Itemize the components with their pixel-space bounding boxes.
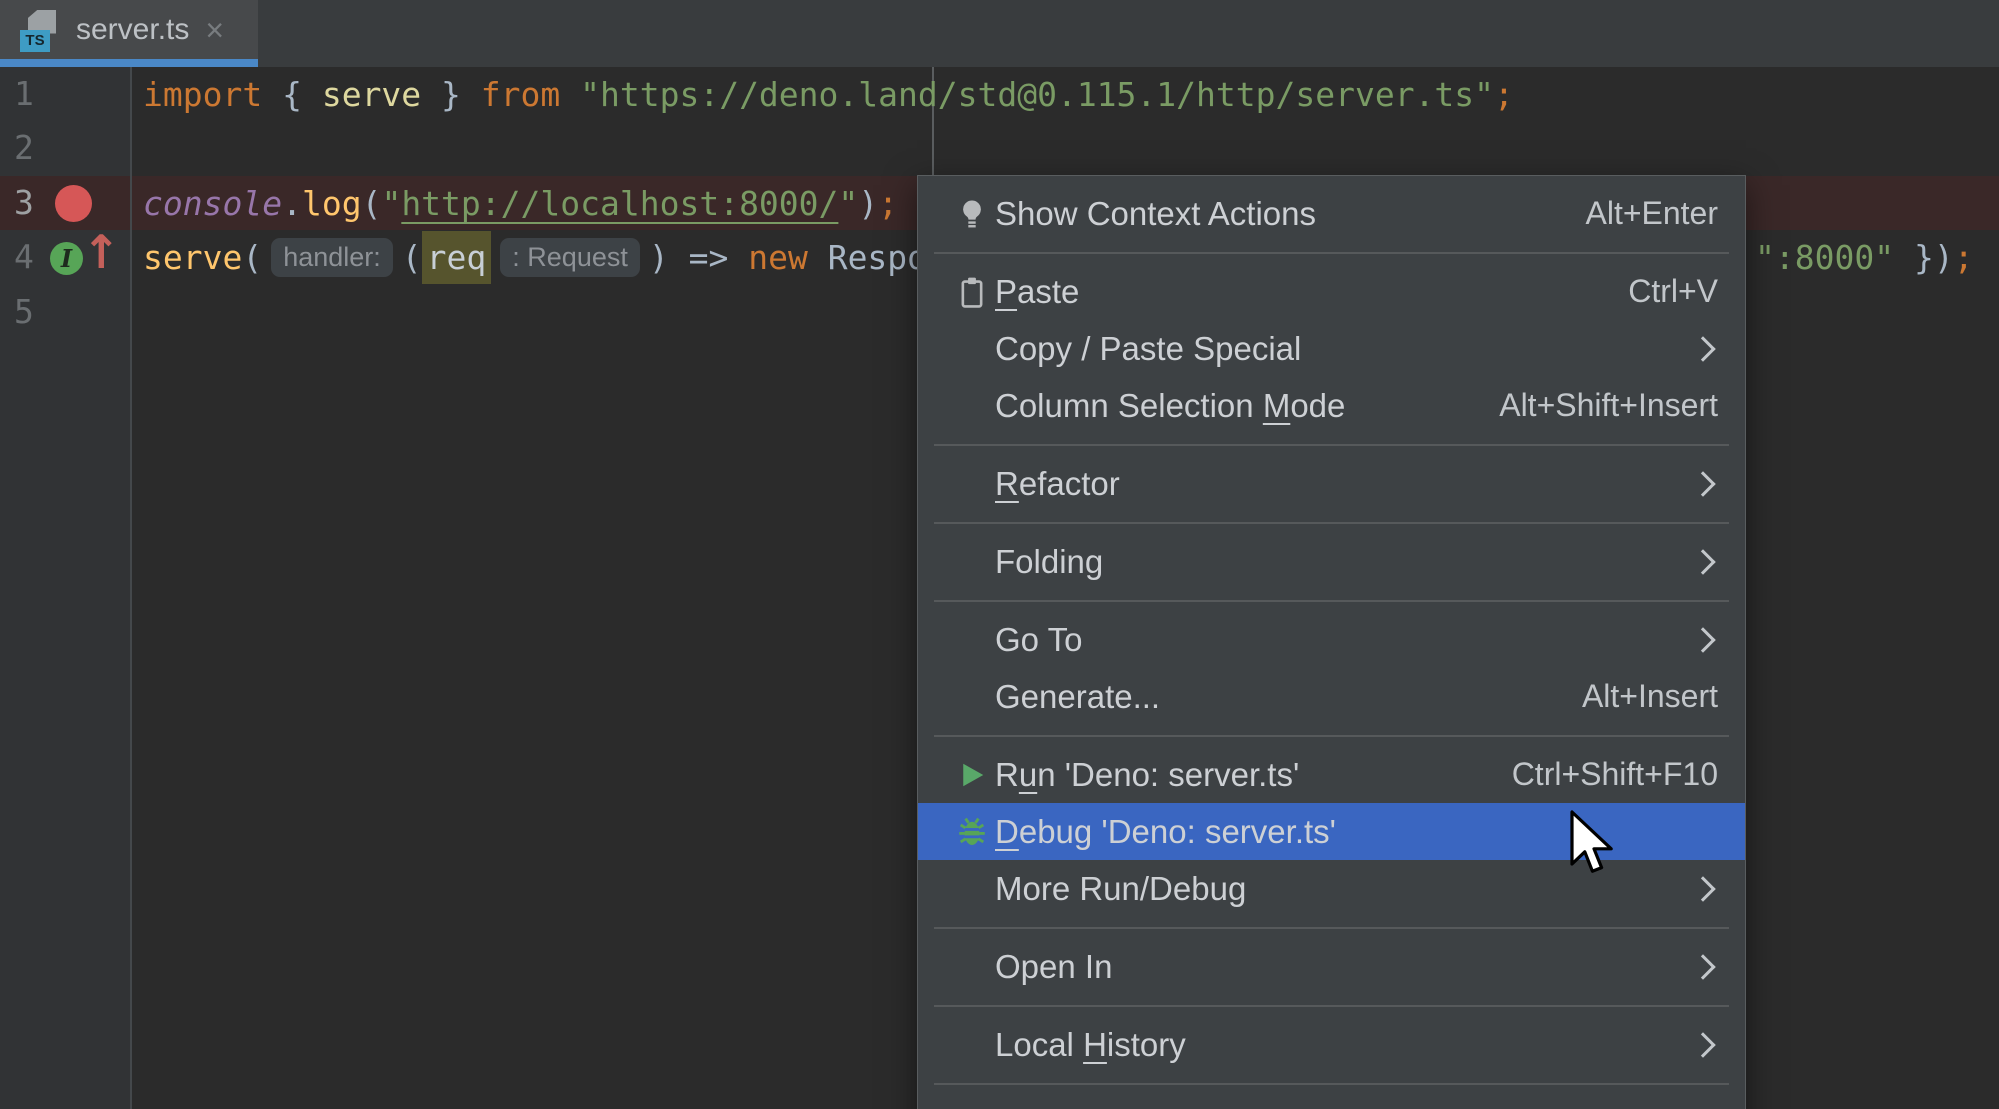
line-number-1: 1 [14,67,34,121]
menu-separator [918,590,1745,611]
submenu-chevron-icon [1690,549,1715,574]
tab-server-ts[interactable]: TS server.ts × [0,0,258,59]
menu-item-label: Copy / Paste Special [995,330,1301,368]
submenu-chevron-icon [1690,954,1715,979]
highlighted-identifier: req [422,231,492,284]
menu-item-open-in[interactable]: Open In [918,938,1745,995]
menu-item-label: Column Selection Mode [995,387,1345,425]
menu-item-run-deno-server[interactable]: Run 'Deno: server.ts' Ctrl+Shift+F10 [918,746,1745,803]
menu-item-folding[interactable]: Folding [918,533,1745,590]
code-line-4-right[interactable]: ":8000" }) ; [1755,230,1974,284]
menu-item-paste[interactable]: Paste Ctrl+V [918,263,1745,320]
menu-item-debug-deno-server[interactable]: Debug 'Deno: server.ts' [918,803,1745,860]
paste-icon [948,272,995,312]
typescript-file-icon: TS [20,8,62,52]
menu-item-local-history[interactable]: Local History [918,1016,1745,1073]
navigate-up-arrow-icon: ↑ [82,225,121,279]
editor-tab-bar: TS server.ts × [0,0,1999,67]
menu-item-label: Debug 'Deno: server.ts' [995,813,1336,851]
menu-separator [918,242,1745,263]
breakpoint-icon[interactable] [55,185,92,222]
gutter-separator [130,67,132,1109]
menu-separator [918,917,1745,938]
menu-item-shortcut: Ctrl+Shift+F10 [1512,756,1718,793]
menu-item-go-to[interactable]: Go To [918,611,1745,668]
menu-separator [918,995,1745,1016]
submenu-chevron-icon [1690,876,1715,901]
mouse-cursor [1566,810,1618,887]
code-line-4[interactable]: serve ( handler: ( req : Request ) => ne… [143,230,927,284]
editor-context-menu: Show Context Actions Alt+Enter Paste Ctr… [917,175,1746,1109]
menu-item-shortcut: Ctrl+V [1628,273,1718,310]
menu-item-label: Run 'Deno: server.ts' [995,756,1299,794]
menu-item-copy-paste-special[interactable]: Copy / Paste Special [918,320,1745,377]
submenu-chevron-icon [1690,336,1715,361]
menu-item-label: Generate... [995,678,1160,716]
line-number-3: 3 [14,176,34,230]
parameter-name-hint: handler: [271,238,393,277]
debug-bug-icon [948,812,995,852]
active-tab-indicator [0,59,258,67]
menu-item-shortcut: Alt+Insert [1582,678,1718,715]
menu-item-label: Refactor [995,465,1120,503]
menu-separator [918,1073,1745,1094]
menu-item-show-context-actions[interactable]: Show Context Actions Alt+Enter [918,185,1745,242]
run-icon [948,755,995,795]
menu-item-label: Show Context Actions [995,195,1316,233]
menu-item-label: More Run/Debug [995,870,1246,908]
type-hint: : Request [500,238,640,277]
code-line-3[interactable]: console . log ( " http://localhost:8000/… [143,176,898,230]
menu-item-label: Open In [995,948,1112,986]
line-number-2: 2 [14,121,34,175]
menu-separator [918,725,1745,746]
url-link: http://localhost:8000/ [401,184,838,223]
menu-item-label: Folding [995,543,1103,581]
menu-item-label: Paste [995,273,1079,311]
line-number-4: 4 [14,230,34,284]
menu-item-label: Go To [995,621,1082,659]
menu-item-generate[interactable]: Generate... Alt+Insert [918,668,1745,725]
line-number-5: 5 [14,285,34,339]
tab-close-icon[interactable]: × [205,14,224,46]
menu-item-shortcut: Alt+Shift+Insert [1499,387,1718,424]
lightbulb-icon [948,194,995,234]
menu-separator [918,434,1745,455]
tab-title: server.ts [76,13,189,47]
code-line-1[interactable]: import { serve } from "https://deno.land… [143,67,1514,121]
run-gutter-icon[interactable]: I [50,242,83,275]
menu-item-column-selection-mode[interactable]: Column Selection Mode Alt+Shift+Insert [918,377,1745,434]
menu-item-refactor[interactable]: Refactor [918,455,1745,512]
menu-separator [918,512,1745,533]
menu-item-more-run-debug[interactable]: More Run/Debug [918,860,1745,917]
menu-item-label: Local History [995,1026,1186,1064]
ide-window: TS server.ts × 1 2 3 4 5 I ↑ import { se… [0,0,1999,1109]
submenu-chevron-icon [1690,1032,1715,1057]
submenu-chevron-icon [1690,471,1715,496]
submenu-chevron-icon [1690,627,1715,652]
menu-item-shortcut: Alt+Enter [1585,195,1718,232]
